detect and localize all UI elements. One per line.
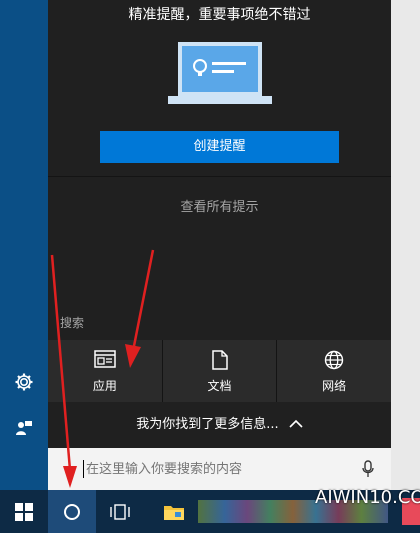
reminder-card: 精准提醒，重要事项绝不错过 创建提醒 [48,0,391,176]
cortana-search-button[interactable] [48,490,96,533]
microphone-icon[interactable] [362,460,374,482]
search-input[interactable] [86,458,346,480]
cortana-panel: 精准提醒，重要事项绝不错过 创建提醒 查看所有提示 搜索 应用 文档 网络 我为… [48,0,392,490]
settings-gear-icon[interactable] [14,372,34,392]
divider [48,176,391,177]
chevron-up-icon [289,402,303,448]
watermark: AIWIN10.COM [315,487,420,508]
view-all-tips-link[interactable]: 查看所有提示 [48,196,391,215]
feedback-icon[interactable] [14,418,34,438]
search-box[interactable] [48,448,391,490]
task-view-icon [110,503,130,520]
category-apps-label: 应用 [92,379,117,393]
reminder-title: 精准提醒，重要事项绝不错过 [128,7,311,23]
category-documents-label: 文档 [207,379,232,393]
start-button[interactable] [0,490,48,533]
desktop-background [391,0,420,490]
folder-icon [164,505,184,520]
windows-logo-icon [15,502,33,521]
category-documents-button[interactable]: 文档 [162,340,277,402]
globe-icon [324,350,344,374]
file-explorer-button[interactable] [150,490,198,533]
app-icon [94,350,116,372]
search-section-label: 搜索 [60,316,85,330]
more-info-label: 我为你找到了更多信息... [136,417,279,432]
laptop-illustration-icon [168,40,272,110]
cortana-sidebar [0,0,48,490]
screen: 精准提醒，重要事项绝不错过 创建提醒 查看所有提示 搜索 应用 文档 网络 我为… [0,0,420,533]
category-web-button[interactable]: 网络 [277,340,392,402]
cortana-circle-icon [64,503,80,520]
more-info-toggle[interactable]: 我为你找到了更多信息... [48,402,391,448]
search-category-row: 应用 文档 网络 [48,340,392,402]
text-cursor [83,460,84,478]
document-icon [211,350,228,374]
category-web-label: 网络 [322,379,347,393]
task-view-button[interactable] [96,490,144,533]
category-apps-button[interactable]: 应用 [48,340,162,402]
create-reminder-button[interactable]: 创建提醒 [100,131,339,163]
